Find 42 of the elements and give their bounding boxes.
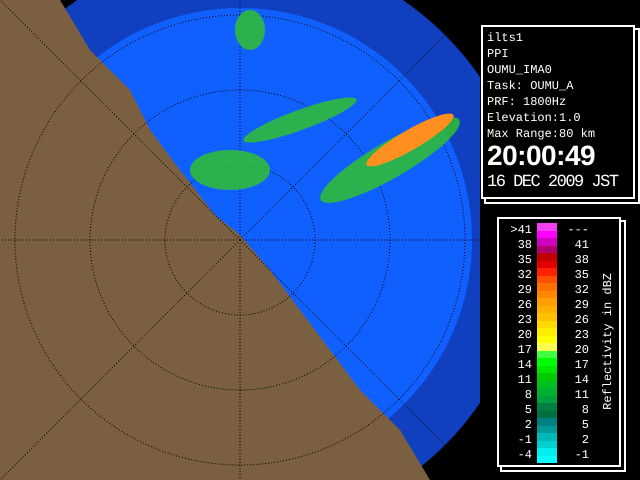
legend-value: 2 <box>580 433 589 448</box>
info-line: ilts1 <box>487 30 524 46</box>
legend-value: 14 <box>516 358 533 373</box>
legend-value: --- <box>566 223 589 238</box>
legend-value: 35 <box>516 253 533 268</box>
legend-value: 38 <box>574 253 589 268</box>
legend-title: Reflectivity in dBZ <box>600 273 616 410</box>
legend-value: 5 <box>524 403 533 418</box>
legend-value: 8 <box>580 403 589 418</box>
legend-value: 29 <box>516 283 533 298</box>
legend-value: 17 <box>574 358 589 373</box>
legend-value: 23 <box>516 313 533 328</box>
legend-value: 20 <box>516 328 533 343</box>
info-line: PRF: 1800Hz <box>487 94 568 110</box>
legend-value: -4 <box>516 448 533 463</box>
legend-value: 26 <box>574 313 589 328</box>
legend-value: 35 <box>574 268 589 283</box>
legend-value: 32 <box>574 283 589 298</box>
legend-value: 26 <box>516 298 533 313</box>
legend-value: 20 <box>574 343 589 358</box>
legend-value: 38 <box>516 238 533 253</box>
legend-value: 11 <box>516 373 533 388</box>
legend-value: 2 <box>524 418 533 433</box>
info-line: Task: OUMU_A <box>487 78 574 94</box>
legend-value: -1 <box>516 433 533 448</box>
legend-value: 14 <box>574 373 589 388</box>
date-label: 16 DEC 2009 JST <box>487 173 618 193</box>
legend-value: 29 <box>574 298 589 313</box>
legend-value: 5 <box>580 418 589 433</box>
info-line: Max Range:80 km <box>487 126 596 142</box>
time-label: 20:00:49 <box>487 142 596 170</box>
legend-value: -1 <box>574 448 589 463</box>
legend-value: 17 <box>516 343 533 358</box>
info-line: OUMU_IMA0 <box>487 62 553 78</box>
legend-value: 41 <box>574 238 589 253</box>
legend-value: 11 <box>574 388 589 403</box>
legend-value: >41 <box>509 223 533 238</box>
info-line: PPI <box>487 46 510 62</box>
info-line: Elevation:1.0 <box>487 110 582 126</box>
legend-value: 8 <box>524 388 533 403</box>
legend-value: 32 <box>516 268 533 283</box>
legend-value: 23 <box>574 328 589 343</box>
